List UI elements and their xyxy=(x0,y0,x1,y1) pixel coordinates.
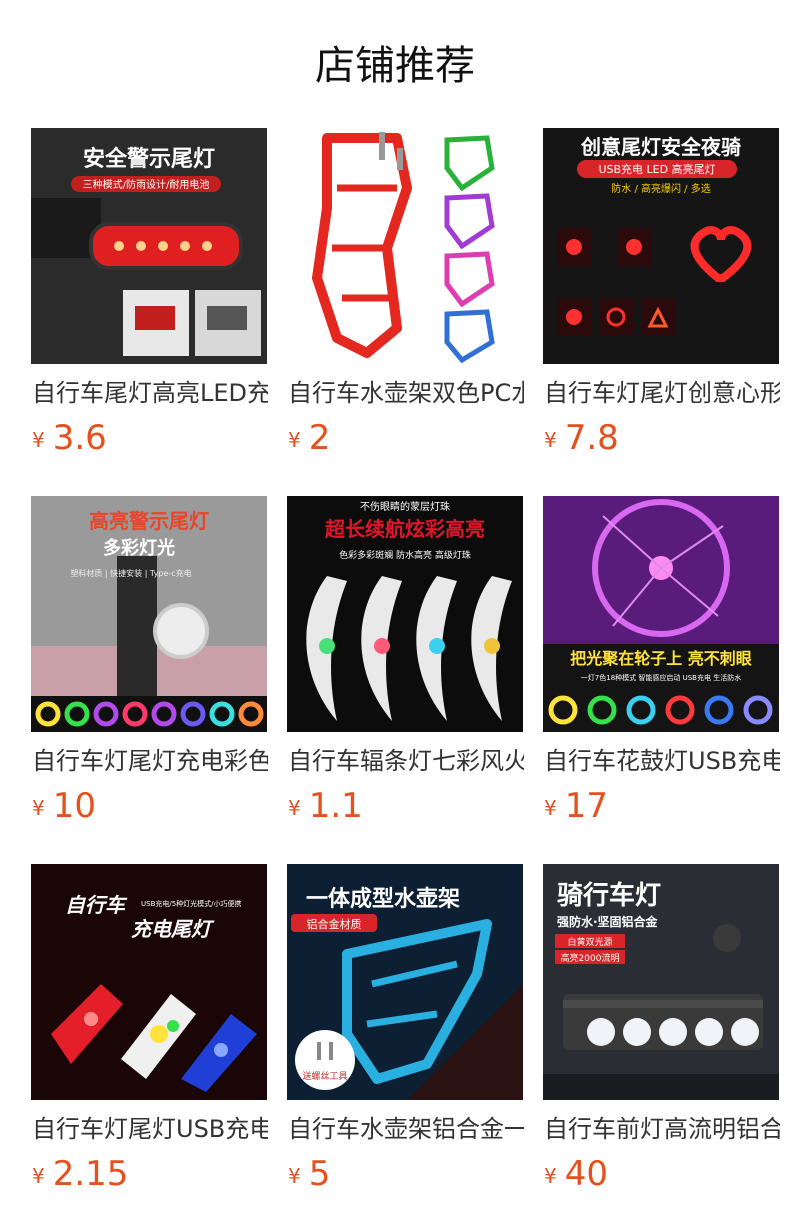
thumb-title: 把光聚在轮子上 亮不刺眼 xyxy=(570,649,752,668)
currency-symbol: ¥ xyxy=(288,796,301,820)
thumb-note-2: 高亮2000流明 xyxy=(561,952,620,964)
thumb-title: 创意尾灯安全夜骑 xyxy=(580,135,741,159)
price-value: 7.8 xyxy=(564,418,619,458)
bottle-cage-image xyxy=(287,128,523,364)
store-recommendation-page: 店铺推荐 安全警示尾灯 三种模式/防雨设计/耐用电池 自行车尾灯高亮LED充 ¥… xyxy=(0,0,790,1232)
product-card[interactable]: 安全警示尾灯 三种模式/防雨设计/耐用电池 自行车尾灯高亮LED充电安全警示灯 xyxy=(31,128,268,468)
tail-light-image: 安全警示尾灯 三种模式/防雨设计/耐用电池 xyxy=(31,128,267,364)
thumb-note: 塑料材质 | 快捷安装 | Type-c充电 xyxy=(70,568,191,578)
thumb-title: 超长续航炫彩高亮 xyxy=(324,517,485,541)
product-card[interactable]: 骑行车灯 强防水·坚固铝合金 白黄双光源 高亮2000流明 自行车前灯高流明铝合… xyxy=(543,864,780,1204)
currency-symbol: ¥ xyxy=(288,1164,301,1188)
product-image[interactable]: 把光聚在轮子上 亮不刺眼 一灯7色18种模式 智能感应启动 USB充电 生活防水 xyxy=(543,496,779,732)
thumb-title: 安全警示尾灯 xyxy=(83,146,215,172)
thumb-subtitle: 多彩灯光 xyxy=(103,537,175,559)
product-image[interactable]: 高亮警示尾灯 多彩灯光 塑料材质 | 快捷安装 | Type-c充电 xyxy=(31,496,267,732)
spoke-light-image: 不伤眼睛的蒙层灯珠 超长续航炫彩高亮 色彩多彩斑斓 防水高亮 高级灯珠 xyxy=(287,496,523,732)
thumb-subtitle: 三种模式/防雨设计/耐用电池 xyxy=(83,178,210,191)
thumb-title: 一体成型水壶架 xyxy=(306,886,460,912)
product-image[interactable]: 自行车 USB充电/5种灯光模式/小巧便携 充电尾灯 xyxy=(31,864,267,1100)
section-title: 店铺推荐 xyxy=(315,43,475,89)
front-light-image: 骑行车灯 强防水·坚固铝合金 白黄双光源 高亮2000流明 xyxy=(543,864,779,1100)
product-price: ¥5 xyxy=(288,1154,330,1194)
price-value: 10 xyxy=(52,786,96,826)
product-image[interactable]: 不伤眼睛的蒙层灯珠 超长续航炫彩高亮 色彩多彩斑斓 防水高亮 高级灯珠 xyxy=(287,496,523,732)
product-price: ¥10 xyxy=(32,786,96,826)
thumb-subtitle: 强防水·坚固铝合金 xyxy=(557,914,659,929)
product-name[interactable]: 自行车前灯高流明铝合金骑行灯 xyxy=(544,1109,780,1149)
product-name[interactable]: 自行车灯尾灯创意心形夜骑尾灯 xyxy=(544,373,780,413)
thumb-subtitle: 充电尾灯 xyxy=(131,917,215,941)
currency-symbol: ¥ xyxy=(544,428,557,452)
product-price: ¥1.1 xyxy=(288,786,363,826)
thumb-subtitle: USB充电 LED 高亮尾灯 xyxy=(598,162,715,176)
thumb-note: 防水 / 高亮爆闪 / 多选 xyxy=(611,182,710,195)
thumb-note: 一灯7色18种模式 智能感应启动 USB充电 生活防水 xyxy=(581,673,741,682)
product-card[interactable]: 自行车 USB充电/5种灯光模式/小巧便携 充电尾灯 自行车灯尾灯USB充电警示… xyxy=(31,864,268,1204)
product-card[interactable]: 高亮警示尾灯 多彩灯光 塑料材质 | 快捷安装 | Type-c充电 自行车灯尾… xyxy=(31,496,268,836)
price-value: 40 xyxy=(564,1154,608,1194)
product-name[interactable]: 自行车灯尾灯充电彩色警示灯 xyxy=(32,741,268,781)
product-price: ¥3.6 xyxy=(32,418,107,458)
currency-symbol: ¥ xyxy=(544,1164,557,1188)
alloy-bottle-cage-image: 一体成型水壶架 铝合金材质 送螺丝工具 xyxy=(287,864,523,1100)
product-image[interactable]: 创意尾灯安全夜骑 USB充电 LED 高亮尾灯 防水 / 高亮爆闪 / 多选 xyxy=(543,128,779,364)
price-value: 17 xyxy=(564,786,608,826)
price-value: 3.6 xyxy=(52,418,107,458)
thumb-subtitle: 不伤眼睛的蒙层灯珠 xyxy=(360,500,450,513)
product-card[interactable]: 一体成型水壶架 铝合金材质 送螺丝工具 自行车水壶架铝合金一体成型 ¥5 xyxy=(287,864,524,1204)
price-value: 2 xyxy=(308,418,331,458)
heart-light-image: 创意尾灯安全夜骑 USB充电 LED 高亮尾灯 防水 / 高亮爆闪 / 多选 xyxy=(543,128,779,364)
price-value: 2.15 xyxy=(52,1154,129,1194)
hub-light-image: 把光聚在轮子上 亮不刺眼 一灯7色18种模式 智能感应启动 USB充电 生活防水 xyxy=(543,496,779,732)
product-name[interactable]: 自行车尾灯高亮LED充电安全警示灯 xyxy=(32,373,268,413)
currency-symbol: ¥ xyxy=(544,796,557,820)
thumb-note: 色彩多彩斑斓 防水高亮 高级灯珠 xyxy=(339,549,471,561)
product-price: ¥17 xyxy=(544,786,608,826)
currency-symbol: ¥ xyxy=(32,428,45,452)
thumb-subtitle: 铝合金材质 xyxy=(307,917,362,931)
product-name[interactable]: 自行车灯尾灯USB充电警示灯 xyxy=(32,1109,268,1149)
product-image[interactable] xyxy=(287,128,523,364)
thumb-title: 高亮警示尾灯 xyxy=(89,509,209,533)
thumb-title: 自行车 xyxy=(65,893,128,917)
product-card[interactable]: 不伤眼睛的蒙层灯珠 超长续航炫彩高亮 色彩多彩斑斓 防水高亮 高级灯珠 自行车辐… xyxy=(287,496,524,836)
thumb-note: 白黄双光源 xyxy=(567,936,612,948)
thumb-note: 送螺丝工具 xyxy=(302,1070,347,1082)
product-image[interactable]: 一体成型水壶架 铝合金材质 送螺丝工具 xyxy=(287,864,523,1100)
currency-symbol: ¥ xyxy=(32,1164,45,1188)
color-tail-light-image: 高亮警示尾灯 多彩灯光 塑料材质 | 快捷安装 | Type-c充电 xyxy=(31,496,267,732)
thumb-title: 骑行车灯 xyxy=(557,880,661,911)
currency-symbol: ¥ xyxy=(288,428,301,452)
price-value: 1.1 xyxy=(308,786,363,826)
product-price: ¥2 xyxy=(288,418,330,458)
product-name[interactable]: 自行车花鼓灯USB充电轮子灯 xyxy=(544,741,780,781)
product-price: ¥7.8 xyxy=(544,418,619,458)
usb-tail-light-image: 自行车 USB充电/5种灯光模式/小巧便携 充电尾灯 xyxy=(31,864,267,1100)
product-name[interactable]: 自行车水壶架双色PC水杯架 xyxy=(288,373,524,413)
product-price: ¥40 xyxy=(544,1154,608,1194)
product-name[interactable]: 自行车辐条灯七彩风火轮钢丝灯 xyxy=(288,741,524,781)
product-name[interactable]: 自行车水壶架铝合金一体成型 xyxy=(288,1109,524,1149)
currency-symbol: ¥ xyxy=(32,796,45,820)
price-value: 5 xyxy=(308,1154,331,1194)
product-image[interactable]: 安全警示尾灯 三种模式/防雨设计/耐用电池 xyxy=(31,128,267,364)
product-card[interactable]: 创意尾灯安全夜骑 USB充电 LED 高亮尾灯 防水 / 高亮爆闪 / 多选 自… xyxy=(543,128,780,468)
product-image[interactable]: 骑行车灯 强防水·坚固铝合金 白黄双光源 高亮2000流明 xyxy=(543,864,779,1100)
product-price: ¥2.15 xyxy=(32,1154,128,1194)
thumb-note: USB充电/5种灯光模式/小巧便携 xyxy=(141,899,242,908)
product-card[interactable]: 把光聚在轮子上 亮不刺眼 一灯7色18种模式 智能感应启动 USB充电 生活防水… xyxy=(543,496,780,836)
product-card[interactable]: 自行车水壶架双色PC水杯架 ¥2 xyxy=(287,128,524,468)
